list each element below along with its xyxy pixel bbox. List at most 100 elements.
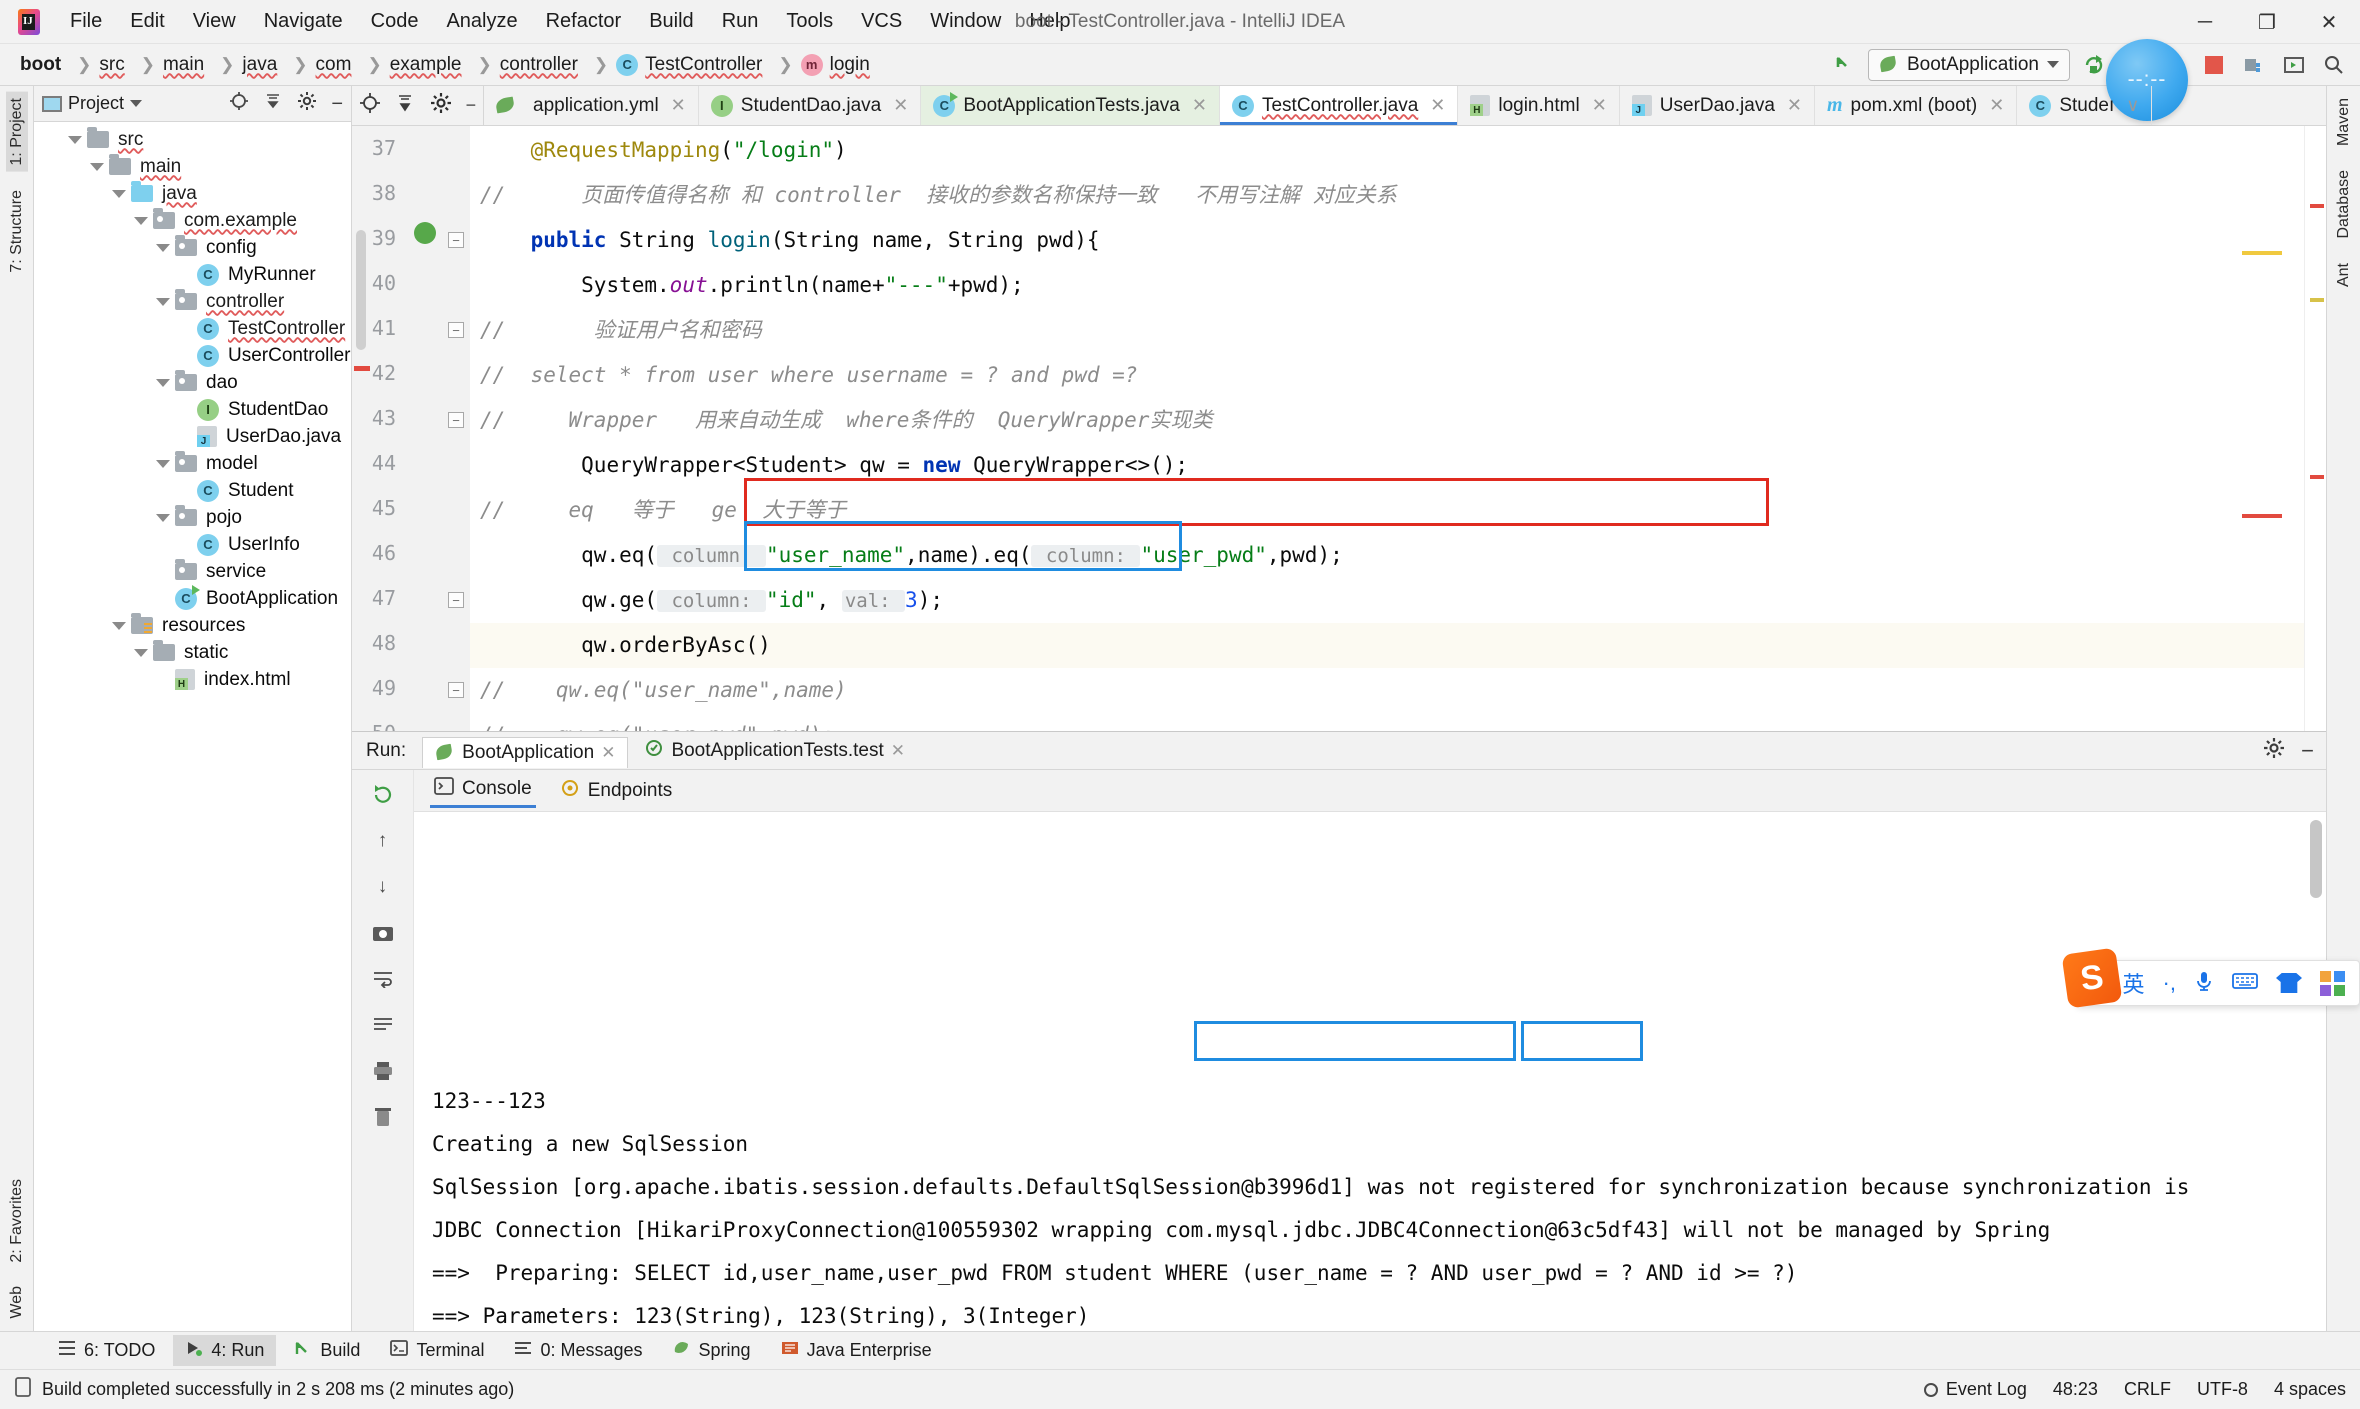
code-line-47[interactable]: qw.ge( column: "id", val: 3); xyxy=(470,578,2304,623)
menu-window[interactable]: Window xyxy=(916,6,1015,37)
minimize-icon[interactable]: − xyxy=(2301,738,2314,764)
code-line-42[interactable]: // select * from user where username = ?… xyxy=(470,353,2304,398)
hide-icon[interactable]: − xyxy=(331,94,343,114)
tree-node-index-html[interactable]: index.html xyxy=(34,666,351,693)
maximize-button[interactable]: ❐ xyxy=(2236,0,2298,44)
editor-tab-pom-xml-boot-[interactable]: m pom.xml (boot) ✕ xyxy=(1815,86,2018,125)
close-tab-icon[interactable]: ✕ xyxy=(1787,95,1802,116)
chevron-down-icon[interactable] xyxy=(112,621,126,630)
tree-node-com-example[interactable]: com.example xyxy=(34,207,351,234)
console-tab-endpoints[interactable]: Endpoints xyxy=(556,775,677,807)
tree-node-service[interactable]: service xyxy=(34,558,351,585)
tree-node-userdao-java[interactable]: UserDao.java xyxy=(34,423,351,450)
editor-gutter[interactable]: 37383940414243444546474849505152−−−−−− xyxy=(352,126,470,731)
breadcrumb-item-boot[interactable]: boot xyxy=(16,52,65,78)
tree-node-usercontroller[interactable]: C UserController xyxy=(34,342,351,369)
search-icon[interactable] xyxy=(2318,49,2350,81)
tree-node-student[interactable]: C Student xyxy=(34,477,351,504)
print-icon[interactable] xyxy=(368,1058,398,1084)
breadcrumb-item-src[interactable]: ❯ src xyxy=(65,52,129,78)
toolwindow-terminal[interactable]: Terminal xyxy=(378,1335,496,1366)
project-tree[interactable]: src main java com.example config C MyRunner con… xyxy=(34,122,351,1331)
rail-tab-ant[interactable]: Ant xyxy=(2333,257,2355,293)
tree-node-src[interactable]: src xyxy=(34,126,351,153)
close-tab-icon[interactable]: ✕ xyxy=(601,743,615,763)
code-line-37[interactable]: @RequestMapping("/login") xyxy=(470,128,2304,173)
toolwindow-build[interactable]: Build xyxy=(282,1335,372,1366)
scroll-end-icon[interactable] xyxy=(368,1012,398,1038)
line-separator[interactable]: CRLF xyxy=(2124,1379,2171,1400)
code-line-39[interactable]: public String login(String name, String … xyxy=(470,218,2304,263)
menu-code[interactable]: Code xyxy=(357,6,433,37)
up-icon[interactable]: ↑ xyxy=(368,828,398,854)
menu-analyze[interactable]: Analyze xyxy=(432,6,531,37)
tree-node-userinfo[interactable]: C UserInfo xyxy=(34,531,351,558)
editor-tabs[interactable]: application.yml ✕ I StudentDao.java ✕ C BootAp… xyxy=(484,86,2153,125)
menu-run[interactable]: Run xyxy=(708,6,773,37)
camera-icon[interactable] xyxy=(368,920,398,946)
collapse-all-icon[interactable] xyxy=(263,91,283,116)
code-line-43[interactable]: // Wrapper 用来自动生成 where条件的 QueryWrapper实… xyxy=(470,398,2304,443)
stripe-mark-error[interactable] xyxy=(2310,204,2324,208)
close-tab-icon[interactable]: ✕ xyxy=(1989,95,2004,116)
back-arrow-icon[interactable] xyxy=(1828,49,1860,81)
toolwindow-0-messages[interactable]: 0: Messages xyxy=(502,1335,654,1366)
run-config-tabs[interactable]: BootApplication ✕ BootApplicationTests.tes… xyxy=(422,734,917,768)
code-line-38[interactable]: // 页面传值得名称 和 controller 接收的参数名称保持一致 不用写注… xyxy=(470,173,2304,218)
console-side-toolbar[interactable]: ↑ ↓ xyxy=(352,770,414,1331)
locate-icon[interactable] xyxy=(359,92,381,119)
menu-help[interactable]: Help xyxy=(1015,6,1084,37)
code-line-50[interactable]: // qw.eq("user_pwd",pwd); xyxy=(470,713,2304,731)
toolwindow-6-todo[interactable]: 6: TODO xyxy=(46,1335,167,1366)
tree-node-controller[interactable]: controller xyxy=(34,288,351,315)
toolwindow-4-run[interactable]: 4: Run xyxy=(173,1335,277,1366)
soft-wrap-icon[interactable] xyxy=(368,966,398,992)
menu-vcs[interactable]: VCS xyxy=(847,6,916,37)
editor-tab-userdao-java[interactable]: UserDao.java ✕ xyxy=(1620,86,1815,125)
toolwindow-java-enterprise[interactable]: Java Enterprise xyxy=(769,1335,944,1366)
error-stripe[interactable] xyxy=(2304,126,2326,731)
console-output[interactable]: 123---123 Creating a new SqlSession SqlSes… xyxy=(414,812,2326,1331)
chevron-down-icon[interactable] xyxy=(156,297,170,306)
tree-node-studentdao[interactable]: I StudentDao xyxy=(34,396,351,423)
code-line-44[interactable]: QueryWrapper<Student> qw = new QueryWrap… xyxy=(470,443,2304,488)
down-icon[interactable]: ↓ xyxy=(368,874,398,900)
editor-tab-application-yml[interactable]: application.yml ✕ xyxy=(484,86,699,125)
code-fold-icon[interactable]: − xyxy=(448,592,464,608)
chevron-down-icon[interactable] xyxy=(90,162,104,171)
breadcrumb-item-testcontroller[interactable]: ❯ C TestController xyxy=(582,52,766,78)
close-tab-icon[interactable]: ✕ xyxy=(1430,95,1445,116)
hide-icon[interactable]: − xyxy=(466,95,477,116)
tab-overflow-icon[interactable]: ∨ xyxy=(2126,95,2139,116)
tree-node-main[interactable]: main xyxy=(34,153,351,180)
close-tab-icon[interactable]: ✕ xyxy=(1592,95,1607,116)
rail-tab-database[interactable]: Database xyxy=(2333,164,2355,245)
code-line-45[interactable]: // eq 等于 ge 大于等于 xyxy=(470,488,2304,533)
rail-tab-web[interactable]: Web xyxy=(6,1280,28,1325)
close-tab-icon[interactable]: ✕ xyxy=(893,95,908,116)
tree-node-java[interactable]: java xyxy=(34,180,351,207)
rail-tab-maven[interactable]: Maven xyxy=(2333,92,2355,152)
console-scrollbar[interactable] xyxy=(2310,820,2322,898)
code-fold-icon[interactable]: − xyxy=(448,322,464,338)
breadcrumb-item-main[interactable]: ❯ main xyxy=(129,52,208,78)
stripe-mark-warning[interactable] xyxy=(2310,298,2324,302)
console-tab-bar[interactable]: Console Endpoints xyxy=(414,770,2326,812)
run-method-gutter-icon[interactable] xyxy=(414,222,436,244)
close-tab-icon[interactable]: ✕ xyxy=(671,95,686,116)
editor-tab-testcontroller-java[interactable]: C TestController.java ✕ xyxy=(1219,86,1459,125)
rerun-icon[interactable] xyxy=(368,782,398,808)
tree-node-myrunner[interactable]: C MyRunner xyxy=(34,261,351,288)
run-tab-bootapplicationtests-test[interactable]: BootApplicationTests.test ✕ xyxy=(632,734,917,768)
code-editor[interactable]: 37383940414243444546474849505152−−−−−− @… xyxy=(352,126,2326,731)
menu-file[interactable]: File xyxy=(56,6,116,37)
chevron-down-icon[interactable] xyxy=(2047,61,2059,68)
breadcrumb-item-com[interactable]: ❯ com xyxy=(281,52,355,78)
stop-icon[interactable] xyxy=(2198,49,2230,81)
ime-mode-label[interactable]: 英 xyxy=(2123,967,2145,999)
code-fold-icon[interactable]: − xyxy=(448,232,464,248)
editor-tab-login-html[interactable]: login.html ✕ xyxy=(1458,86,1620,125)
rail-tab-7-structure[interactable]: 7: Structure xyxy=(6,184,28,279)
code-fold-icon[interactable]: − xyxy=(448,682,464,698)
chevron-down-icon[interactable] xyxy=(156,459,170,468)
